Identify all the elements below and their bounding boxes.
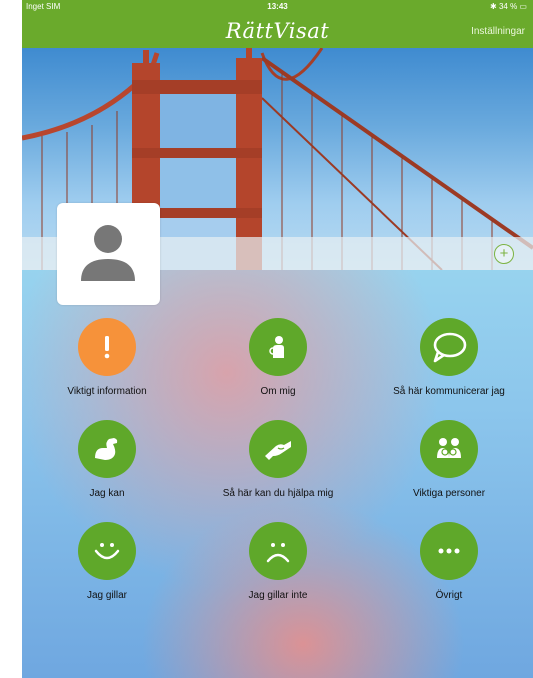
tile-circle: [249, 522, 307, 580]
tile-label: Viktigt information: [67, 386, 147, 397]
tile-jag-kan[interactable]: Jag kan: [27, 420, 187, 499]
tile-label: Jag gillar inte: [248, 590, 308, 601]
tile-circle: [249, 318, 307, 376]
tile-label: Om mig: [260, 386, 296, 397]
status-bar: Inget SIM 13:43 ✱ 34 % ▭: [22, 0, 533, 14]
speech-bubble-icon: [433, 332, 467, 363]
tile-om-mig[interactable]: Om mig: [198, 318, 358, 397]
tile-label: Jag kan: [89, 488, 125, 499]
profile-avatar[interactable]: [57, 203, 160, 305]
tile-circle: [78, 420, 136, 478]
tile-sa-har-kan-du-hjalpa-mig[interactable]: Så här kan du hjälpa mig: [198, 420, 358, 499]
battery-indicator: ✱ 34 % ▭: [490, 2, 527, 11]
helping-hands-icon: [265, 441, 291, 460]
tile-circle: [420, 318, 478, 376]
tile-viktiga-personer[interactable]: Viktiga personer: [369, 420, 529, 499]
tile-circle: [420, 420, 478, 478]
tile-label: Jag gillar: [86, 590, 128, 601]
tile-jag-gillar[interactable]: Jag gillar: [27, 522, 187, 601]
nav-bar: RättVisat Inställningar: [22, 14, 533, 48]
flexed-arm-icon: [95, 438, 118, 460]
frown-icon: [266, 543, 290, 563]
add-button[interactable]: +: [494, 244, 514, 264]
tile-circle: [420, 522, 478, 580]
people-icon: [437, 438, 461, 458]
tile-label: Så här kan du hjälpa mig: [222, 488, 334, 499]
tile-circle: [78, 318, 136, 376]
smiley-icon: [94, 543, 120, 560]
tile-circle: [78, 522, 136, 580]
tile-viktigt-information[interactable]: Viktigt information: [27, 318, 187, 397]
settings-button[interactable]: Inställningar: [471, 26, 525, 37]
tile-label: Så här kommunicerar jag: [393, 386, 505, 397]
app-title: RättVisat: [225, 19, 330, 43]
more-dots-icon: [438, 548, 460, 554]
person-placeholder-icon: [81, 225, 135, 281]
person-icon: [269, 336, 284, 358]
tile-label: Viktiga personer: [412, 488, 486, 499]
tile-circle: [249, 420, 307, 478]
clock: 13:43: [267, 2, 288, 11]
app-screen: Inget SIM 13:43 ✱ 34 % ▭ RättVisat Instä…: [22, 0, 533, 678]
tile-label: Övrigt: [435, 590, 463, 601]
tile-jag-gillar-inte[interactable]: Jag gillar inte: [198, 522, 358, 601]
tile-sa-har-kommunicerar-jag[interactable]: Så här kommunicerar jag: [369, 318, 529, 397]
exclamation-icon: [104, 336, 110, 359]
tile-ovrigt[interactable]: Övrigt: [369, 522, 529, 601]
